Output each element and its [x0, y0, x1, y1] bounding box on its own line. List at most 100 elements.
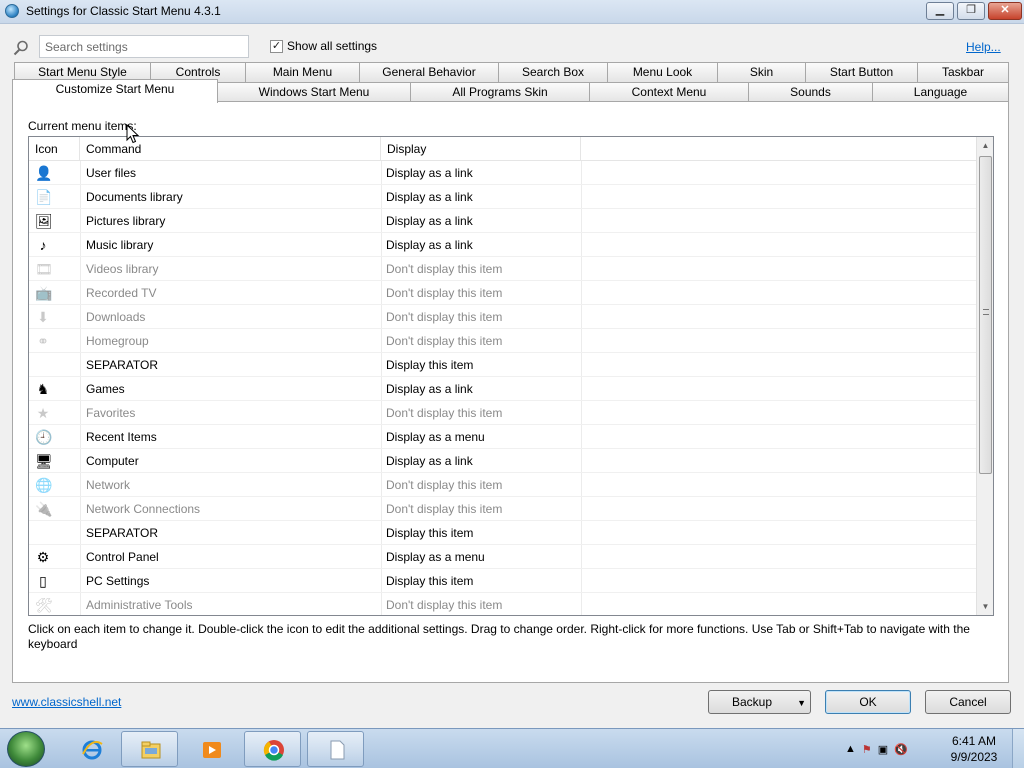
item-display-setting[interactable]: Display as a menu: [386, 425, 586, 449]
show-all-checkbox[interactable]: ✓: [270, 39, 283, 53]
tab-search-box[interactable]: Search Box: [498, 62, 608, 83]
maximize-button[interactable]: ❐: [957, 2, 985, 20]
website-link[interactable]: www.classicshell.net: [12, 695, 121, 709]
item-command[interactable]: Pictures library: [86, 209, 376, 233]
item-icon-cell[interactable]: ♞: [29, 377, 79, 401]
item-command[interactable]: Computer: [86, 449, 376, 473]
taskbar-internet-explorer[interactable]: [62, 731, 119, 767]
taskbar-document[interactable]: [307, 731, 364, 767]
tab-customize-start-menu[interactable]: Customize Start Menu: [12, 79, 218, 103]
item-command[interactable]: Games: [86, 377, 376, 401]
tab-language[interactable]: Language: [872, 82, 1009, 103]
network-status-icon[interactable]: ▣: [878, 743, 888, 756]
list-item[interactable]: 🔌 Network Connections Don't display this i…: [29, 497, 976, 521]
item-command[interactable]: Favorites: [86, 401, 376, 425]
scroll-up-arrow-icon[interactable]: ▲: [977, 137, 993, 154]
item-command[interactable]: Music library: [86, 233, 376, 257]
column-header-display[interactable]: Display: [381, 137, 581, 161]
item-icon-cell[interactable]: 👤: [29, 161, 79, 185]
item-display-setting[interactable]: Display this item: [386, 569, 586, 593]
item-command[interactable]: Documents library: [86, 185, 376, 209]
list-item[interactable]: ♞ Games Display as a link: [29, 377, 976, 401]
tab-context-menu[interactable]: Context Menu: [589, 82, 749, 103]
item-icon-cell[interactable]: 🛠: [29, 593, 79, 615]
list-item[interactable]: ▯ PC Settings Display this item: [29, 569, 976, 593]
item-display-setting[interactable]: Display as a menu: [386, 545, 586, 569]
item-icon-cell[interactable]: 🕘: [29, 425, 79, 449]
item-icon-cell[interactable]: 🖥: [29, 449, 79, 473]
menu-items-list[interactable]: Icon Command Display 👤 User files Display …: [28, 136, 994, 616]
taskbar-media-player[interactable]: [182, 731, 239, 767]
item-display-setting[interactable]: Don't display this item: [386, 281, 586, 305]
item-display-setting[interactable]: Display as a link: [386, 377, 586, 401]
tab-general-behavior[interactable]: General Behavior: [359, 62, 499, 83]
list-item[interactable]: 🖥 Computer Display as a link: [29, 449, 976, 473]
backup-button[interactable]: Backup ▼: [708, 690, 811, 714]
item-icon-cell[interactable]: ▯: [29, 569, 79, 593]
item-icon-cell[interactable]: 🖼: [29, 209, 79, 233]
item-command[interactable]: Network Connections: [86, 497, 376, 521]
item-icon-cell[interactable]: 🔌: [29, 497, 79, 521]
item-display-setting[interactable]: Display as a link: [386, 233, 586, 257]
item-command[interactable]: User files: [86, 161, 376, 185]
list-item[interactable]: 👤 User files Display as a link: [29, 161, 976, 185]
list-item[interactable]: ⚙ Control Panel Display as a menu: [29, 545, 976, 569]
list-item[interactable]: 🎞 Videos library Don't display this item: [29, 257, 976, 281]
list-item[interactable]: ♪ Music library Display as a link: [29, 233, 976, 257]
list-item[interactable]: SEPARATOR Display this item: [29, 353, 976, 377]
list-item[interactable]: 🛠 Administrative Tools Don't display this …: [29, 593, 976, 615]
minimize-button[interactable]: ▁: [926, 2, 954, 20]
item-display-setting[interactable]: Display as a link: [386, 185, 586, 209]
list-item[interactable]: 📄 Documents library Display as a link: [29, 185, 976, 209]
taskbar-file-explorer[interactable]: [121, 731, 178, 767]
list-item[interactable]: ⚭ Homegroup Don't display this item: [29, 329, 976, 353]
item-display-setting[interactable]: Display as a link: [386, 161, 586, 185]
item-display-setting[interactable]: Don't display this item: [386, 401, 586, 425]
item-command[interactable]: Network: [86, 473, 376, 497]
item-command[interactable]: Recent Items: [86, 425, 376, 449]
item-command[interactable]: Administrative Tools: [86, 593, 376, 615]
tab-windows-start-menu[interactable]: Windows Start Menu: [217, 82, 411, 103]
item-icon-cell[interactable]: 📄: [29, 185, 79, 209]
title-bar[interactable]: Settings for Classic Start Menu 4.3.1 ▁ …: [0, 0, 1024, 24]
tab-taskbar[interactable]: Taskbar: [917, 62, 1009, 83]
item-display-setting[interactable]: Display this item: [386, 521, 586, 545]
search-input[interactable]: Search settings: [39, 35, 249, 58]
item-command[interactable]: Videos library: [86, 257, 376, 281]
tab-all-programs-skin[interactable]: All Programs Skin: [410, 82, 590, 103]
vertical-scrollbar[interactable]: ▲ ▼: [976, 137, 993, 615]
item-display-setting[interactable]: Don't display this item: [386, 473, 586, 497]
item-icon-cell[interactable]: [29, 521, 79, 545]
item-display-setting[interactable]: Don't display this item: [386, 593, 586, 615]
tab-menu-look[interactable]: Menu Look: [607, 62, 718, 83]
item-icon-cell[interactable]: [29, 353, 79, 377]
item-display-setting[interactable]: Don't display this item: [386, 497, 586, 521]
tab-sounds[interactable]: Sounds: [748, 82, 873, 103]
column-header-icon[interactable]: Icon: [29, 137, 80, 161]
item-icon-cell[interactable]: ⚭: [29, 329, 79, 353]
item-display-setting[interactable]: Display this item: [386, 353, 586, 377]
item-command[interactable]: SEPARATOR: [86, 521, 376, 545]
tray-expand-icon[interactable]: ▲: [845, 743, 856, 755]
volume-muted-icon[interactable]: 🔇: [894, 743, 908, 756]
item-command[interactable]: Control Panel: [86, 545, 376, 569]
help-link[interactable]: Help...: [966, 40, 1001, 54]
list-item[interactable]: 🖼 Pictures library Display as a link: [29, 209, 976, 233]
item-command[interactable]: Downloads: [86, 305, 376, 329]
item-command[interactable]: SEPARATOR: [86, 353, 376, 377]
tab-main-menu[interactable]: Main Menu: [245, 62, 360, 83]
cancel-button[interactable]: Cancel: [925, 690, 1011, 714]
start-button[interactable]: [7, 731, 45, 767]
list-item[interactable]: 🕘 Recent Items Display as a menu: [29, 425, 976, 449]
show-all-settings[interactable]: ✓ Show all settings: [270, 39, 377, 53]
scroll-thumb[interactable]: [979, 156, 992, 474]
action-center-icon[interactable]: ⚑: [862, 743, 872, 756]
list-item[interactable]: 📺 Recorded TV Don't display this item: [29, 281, 976, 305]
item-display-setting[interactable]: Don't display this item: [386, 257, 586, 281]
list-item[interactable]: ⬇ Downloads Don't display this item: [29, 305, 976, 329]
item-command[interactable]: Homegroup: [86, 329, 376, 353]
item-command[interactable]: Recorded TV: [86, 281, 376, 305]
item-display-setting[interactable]: Display as a link: [386, 209, 586, 233]
tab-start-button[interactable]: Start Button: [805, 62, 918, 83]
item-command[interactable]: PC Settings: [86, 569, 376, 593]
